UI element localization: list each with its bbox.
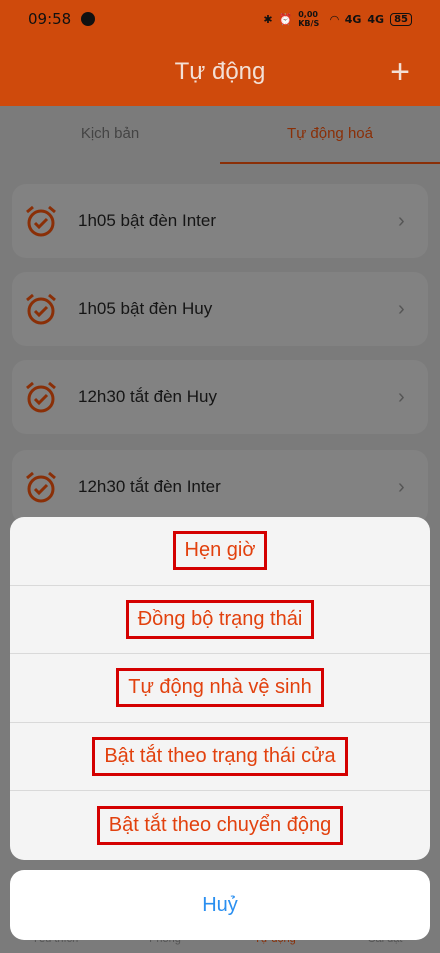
automation-item[interactable]: 1h05 bật đèn Inter › — [12, 184, 428, 258]
option-label: Hẹn giờ — [172, 531, 268, 571]
status-bar: 09:58 ✱ ⏰ 0,00 KB/S ◠ 4G 4G 85 — [0, 0, 440, 38]
option-label: Tự động nhà vệ sinh — [116, 668, 324, 708]
alarm-clock-icon — [26, 205, 56, 237]
wifi-icon: ◠ — [330, 12, 339, 26]
active-tab-indicator — [220, 162, 440, 164]
option-door-state[interactable]: Bật tắt theo trạng thái cửa — [10, 723, 430, 792]
automation-item[interactable]: 12h30 tắt đèn Inter › — [12, 450, 428, 524]
battery-indicator: 85 — [390, 12, 412, 26]
signal-1: 4G — [344, 12, 362, 26]
action-sheet: Hẹn giờ Đồng bộ trạng thái Tự động nhà v… — [10, 517, 430, 860]
page-title: Tự động — [174, 58, 266, 85]
alarm-clock-icon — [26, 471, 56, 503]
automation-label: 12h30 tắt đèn Inter — [78, 477, 221, 496]
cancel-button[interactable]: Huỷ — [10, 870, 430, 940]
automation-label: 1h05 bật đèn Inter — [78, 211, 217, 230]
tab-scenarios[interactable]: Kịch bản — [0, 106, 220, 164]
chevron-right-icon: › — [398, 209, 405, 232]
messenger-icon — [81, 12, 96, 26]
chevron-right-icon: › — [398, 297, 405, 320]
chevron-right-icon: › — [398, 475, 405, 498]
automation-item[interactable]: 1h05 bật đèn Huy › — [12, 272, 428, 346]
signal-2: 4G — [367, 12, 385, 26]
plus-icon[interactable]: + — [380, 52, 420, 92]
option-bathroom-auto[interactable]: Tự động nhà vệ sinh — [10, 654, 430, 723]
automation-label: 1h05 bật đèn Huy — [78, 299, 213, 318]
app-header: Tự động + — [0, 38, 440, 106]
option-timer[interactable]: Hẹn giờ — [10, 517, 430, 586]
alarm-clock-icon — [26, 293, 56, 325]
automation-item[interactable]: 12h30 tắt đèn Huy › — [12, 360, 428, 434]
option-sync-state[interactable]: Đồng bộ trạng thái — [10, 586, 430, 655]
alarm-clock-icon — [26, 381, 56, 413]
chevron-right-icon: › — [398, 385, 405, 408]
tab-bar: Kịch bản Tự động hoá — [0, 106, 440, 164]
option-label: Bật tắt theo chuyển động — [96, 806, 344, 846]
alarm-status-icon: ⏰ — [278, 12, 293, 26]
status-time: 09:58 — [28, 10, 72, 28]
automation-label: 12h30 tắt đèn Huy — [78, 387, 217, 406]
option-label: Đồng bộ trạng thái — [125, 599, 315, 639]
bluetooth-icon: ✱ — [263, 12, 273, 26]
tab-automation[interactable]: Tự động hoá — [220, 106, 440, 164]
option-label: Bật tắt theo trạng thái cửa — [92, 737, 348, 777]
option-motion[interactable]: Bật tắt theo chuyển động — [10, 791, 430, 860]
net-speed: 0,00 KB/S — [298, 10, 320, 28]
